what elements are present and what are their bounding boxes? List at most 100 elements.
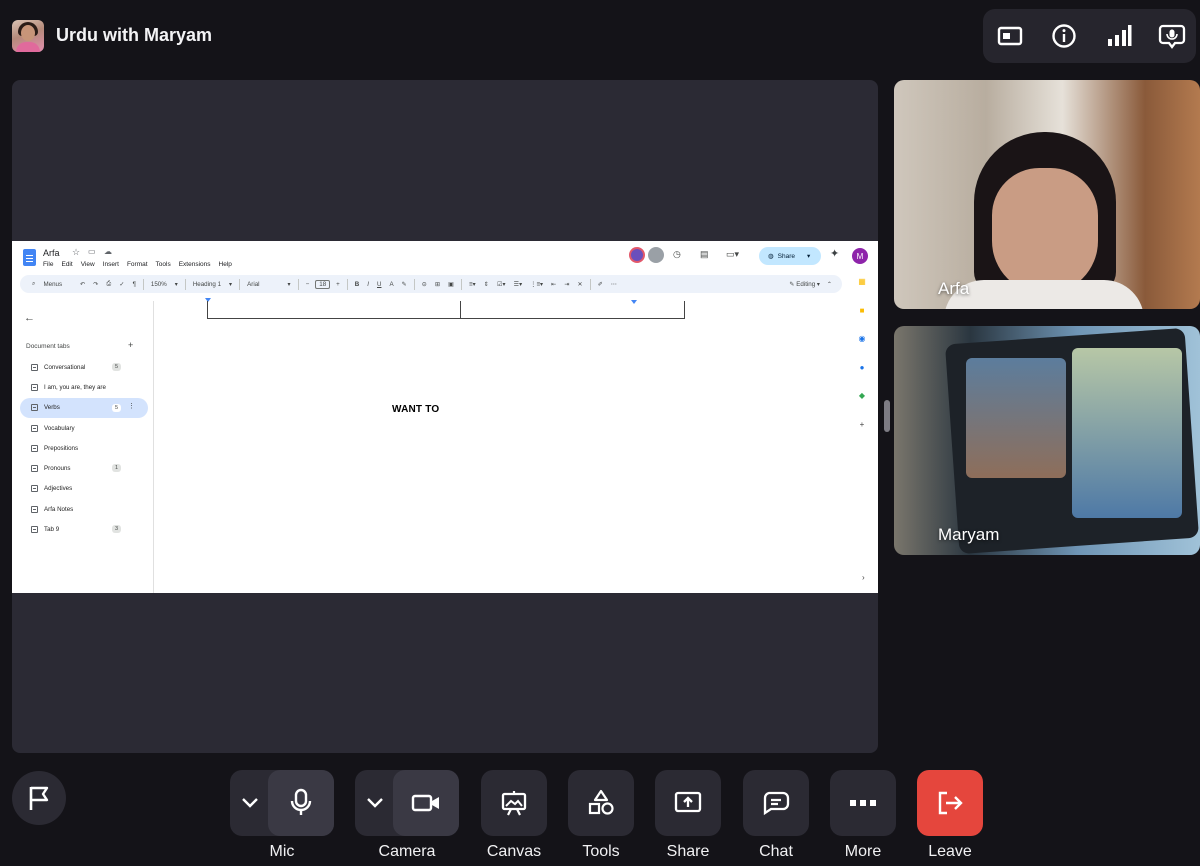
- leave-button[interactable]: [917, 770, 983, 836]
- style-select: Heading 1: [192, 280, 222, 288]
- menu-file: File: [43, 261, 54, 268]
- font-size-field: 18: [315, 279, 331, 289]
- transcript-icon[interactable]: [1154, 18, 1190, 54]
- keep-icon: ■: [859, 305, 865, 315]
- participant-tile-maryam[interactable]: Maryam: [894, 326, 1200, 555]
- meeting-header: Urdu with Maryam: [0, 0, 1200, 72]
- search-icon: ⌕: [32, 280, 36, 287]
- comment-add-icon: ⊞: [434, 280, 441, 288]
- chevron-down-icon: ▾: [287, 280, 291, 288]
- mic-label: Mic: [269, 843, 295, 860]
- camera-button[interactable]: [393, 770, 459, 836]
- layout-icon[interactable]: [992, 18, 1028, 54]
- italic-icon: I: [367, 280, 369, 288]
- doc-tab-count: 5: [112, 363, 121, 371]
- highlight-icon: ✎: [401, 280, 407, 288]
- tools-label: Tools: [582, 843, 620, 860]
- doc-tab-icon: [31, 505, 38, 513]
- collaborator-avatar: [629, 247, 645, 263]
- chat-bubble-icon: [763, 791, 790, 816]
- doc-tab-icon: [31, 363, 38, 371]
- side-rail: ▦ ■ ◉ ● ◆ +: [852, 277, 872, 448]
- docs-share-label: Share: [777, 252, 796, 260]
- camera-options-button[interactable]: [355, 770, 395, 836]
- chevron-down-icon: [242, 798, 258, 808]
- signal-strength-icon[interactable]: [1101, 18, 1137, 54]
- doc-heading-text: WANT TO: [392, 404, 440, 415]
- shared-screen-stage: Arfa ☆ ▭ ☁ File Edit View Insert Format …: [12, 80, 878, 753]
- chat-label: Chat: [759, 843, 793, 860]
- doc-tab-label: Adjectives: [44, 485, 73, 493]
- panel-resize-handle[interactable]: [884, 400, 890, 432]
- canvas-button[interactable]: [481, 770, 547, 836]
- menu-insert: Insert: [102, 261, 119, 268]
- gemini-icon: ✦: [830, 248, 840, 260]
- info-icon[interactable]: [1046, 18, 1082, 54]
- participant-name: Arfa: [938, 279, 970, 298]
- document-tabs-header: Document tabs: [26, 343, 70, 350]
- shapes-icon: [588, 789, 614, 815]
- camera-label: Camera: [378, 843, 436, 860]
- clear-format-icon: ✕: [577, 280, 583, 288]
- tools-button[interactable]: [568, 770, 634, 836]
- chat-button[interactable]: [743, 770, 809, 836]
- increase-font-icon: +: [336, 280, 340, 288]
- more-button[interactable]: [830, 770, 896, 836]
- more-dots-icon: [850, 800, 876, 806]
- flag-icon: [29, 786, 49, 810]
- doc-tab-active: Verbs 5 ⋮: [20, 397, 148, 418]
- add-tab-icon: +: [128, 340, 134, 350]
- doc-tab-label: Vocabulary: [44, 424, 75, 432]
- menu-edit: Edit: [61, 261, 73, 268]
- doc-tab-icon: [31, 465, 38, 473]
- share-button[interactable]: [655, 770, 721, 836]
- document-tabs-panel: ← Document tabs + Conversational 5 I am, …: [12, 301, 154, 593]
- share-screen-icon: [674, 791, 702, 813]
- doc-tab-icon: [31, 526, 38, 534]
- doc-tab-label: Tab 9: [44, 526, 60, 534]
- header-toolbar: [983, 9, 1196, 63]
- document-tabs-list: Conversational 5 I am, you are, they are …: [20, 357, 148, 540]
- doc-title: Arfa: [43, 248, 60, 258]
- doc-tab: Pronouns 1: [20, 458, 148, 478]
- back-arrow-icon: ←: [24, 312, 35, 324]
- video-camera-icon: [411, 794, 439, 812]
- contacts-icon: ●: [859, 362, 865, 372]
- format-options-icon: ⋯: [610, 280, 618, 288]
- doc-tab-label: Arfa Notes: [44, 505, 74, 513]
- menu-help: Help: [218, 261, 232, 268]
- doc-tab: Tab 9 3: [20, 519, 148, 539]
- comment-icon: ▤: [700, 249, 709, 259]
- doc-tab-icon: [31, 444, 38, 452]
- doc-tab: Prepositions: [20, 438, 148, 458]
- image-icon: ▣: [448, 280, 455, 288]
- mic-button[interactable]: [268, 770, 334, 836]
- share-label: Share: [666, 843, 710, 860]
- doc-tab-icon: [31, 485, 38, 493]
- doc-tab-icon: [31, 424, 38, 432]
- canvas-label: Canvas: [486, 843, 542, 860]
- tasks-icon: ◉: [858, 334, 866, 343]
- menu-tools: Tools: [155, 261, 171, 268]
- calendar-icon: ▦: [858, 277, 866, 286]
- participant-tile-arfa[interactable]: Arfa: [894, 80, 1200, 309]
- link-icon: ⊝: [421, 280, 427, 288]
- shared-screen: Arfa ☆ ▭ ☁ File Edit View Insert Format …: [12, 241, 878, 593]
- doc-menubar: File Edit View Insert Format Tools Exten…: [43, 261, 232, 268]
- docs-toolbar: ⌕ Menus ↶ ↷ ⎙ ✓ ¶ 150% ▾ Heading 1 ▾ Ari…: [20, 275, 842, 293]
- doc-tab-icon: [31, 404, 38, 412]
- leave-label: Leave: [928, 843, 972, 860]
- chevron-down-icon: [367, 798, 383, 808]
- mic-options-button[interactable]: [230, 770, 270, 836]
- spellcheck-icon: ✓: [119, 280, 125, 288]
- print-icon: ⎙: [106, 280, 112, 287]
- menu-view: View: [80, 261, 95, 268]
- document-page: WANT TO: [155, 301, 845, 593]
- menu-extensions: Extensions: [178, 261, 211, 268]
- report-flag-button[interactable]: [12, 771, 66, 825]
- checklist-icon: ☑▾: [496, 280, 506, 288]
- redo-icon: ↷: [93, 280, 99, 288]
- chevron-right-icon: ›: [862, 573, 865, 582]
- menu-format: Format: [126, 261, 148, 268]
- more-label: More: [844, 843, 882, 860]
